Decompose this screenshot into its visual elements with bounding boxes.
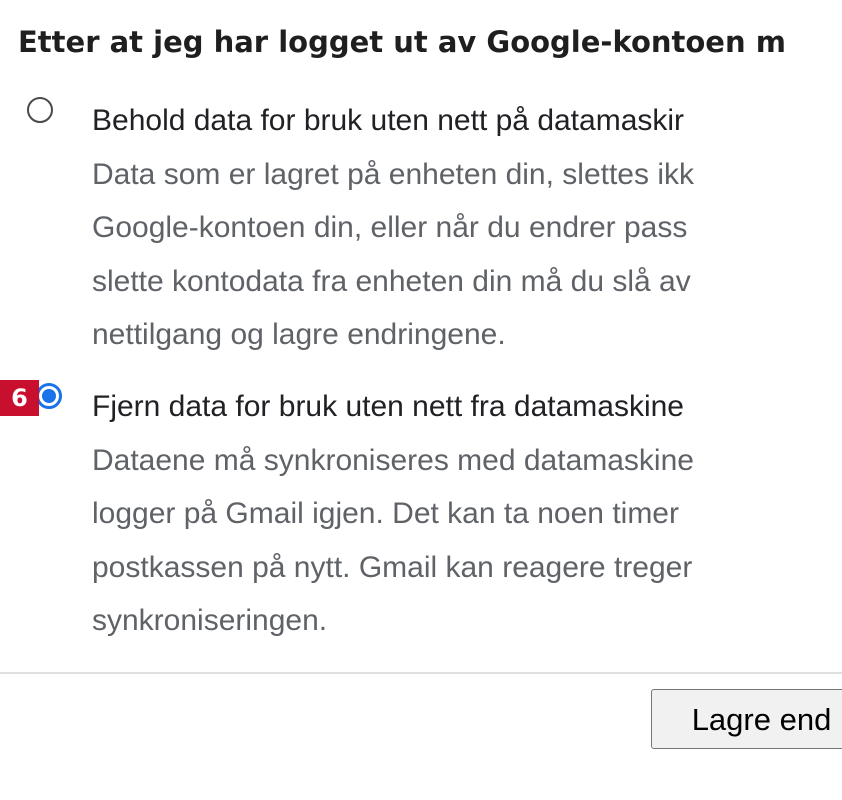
save-changes-button[interactable]: Lagre end xyxy=(651,689,842,749)
option-keep-desc-line-2: Google-kontoen din, eller når du endrer … xyxy=(92,211,688,244)
option-remove-desc-line-1: Dataene må synkroniseres med datamaskine xyxy=(92,443,694,477)
option-keep-title: Behold data for bruk uten nett på datama… xyxy=(92,104,685,137)
radio-remove-offline-data[interactable] xyxy=(36,383,62,409)
option-remove-desc-line-2: logger på Gmail igjen. Det kan ta noen t… xyxy=(92,497,679,530)
option-remove-text: Fjern data for bruk uten nett fra datama… xyxy=(92,380,694,648)
section-heading: Etter at jeg har logget ut av Google-kon… xyxy=(18,25,786,59)
option-keep-desc-line-4: nettilgang og lagre endringene. xyxy=(92,318,506,351)
option-remove-desc-line-3: postkassen på nytt. Gmail kan reagere tr… xyxy=(92,550,693,584)
radio-selected-dot xyxy=(42,389,56,403)
radio-keep-offline-data[interactable] xyxy=(27,97,53,123)
annotation-badge: 6 xyxy=(0,380,39,416)
option-remove-title: Fjern data for bruk uten nett fra datama… xyxy=(92,390,684,423)
option-keep-desc-line-3: slette kontodata fra enheten din må du s… xyxy=(92,264,691,298)
option-remove-desc-line-4: synkroniseringen. xyxy=(92,604,328,637)
option-keep-text: Behold data for bruk uten nett på datama… xyxy=(92,94,694,362)
option-keep-desc-line-1: Data som er lagret på enheten din, slett… xyxy=(92,157,694,191)
divider xyxy=(0,672,842,674)
